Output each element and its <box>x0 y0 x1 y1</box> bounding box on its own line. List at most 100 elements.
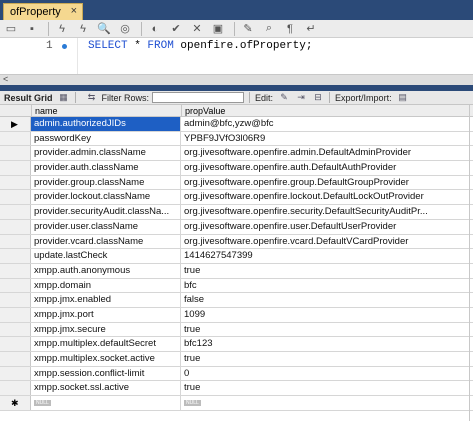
table-row[interactable]: provider.vcard.className org.jivesoftware… <box>0 234 473 250</box>
rollback-icon[interactable]: ✕ <box>188 21 206 37</box>
table-row[interactable]: xmpp.jmx.secure true <box>0 322 473 338</box>
find-icon[interactable]: ⌕ <box>260 21 278 37</box>
row-indicator[interactable] <box>0 234 31 249</box>
cell-propvalue[interactable]: org.jivesoftware.openfire.user.DefaultUs… <box>181 220 473 234</box>
cell-name[interactable]: provider.auth.className <box>31 161 181 175</box>
row-indicator[interactable] <box>0 161 31 175</box>
table-row[interactable]: provider.auth.className org.jivesoftware.… <box>0 161 473 176</box>
close-icon[interactable]: × <box>71 5 77 17</box>
cell-name[interactable]: xmpp.domain <box>31 278 181 293</box>
result-grid-label[interactable]: Result Grid <box>0 93 53 103</box>
cell-propvalue[interactable]: true <box>181 352 473 366</box>
cell-name[interactable]: xmpp.multiplex.defaultSecret <box>31 337 181 351</box>
column-header-name[interactable]: name <box>31 105 181 117</box>
cell-propvalue[interactable]: org.jivesoftware.openfire.lockout.Defaul… <box>181 190 473 204</box>
cell-name[interactable]: xmpp.auth.anonymous <box>31 263 181 278</box>
editor-horizontal-scrollbar[interactable]: < <box>0 74 473 85</box>
table-row[interactable]: xmpp.socket.ssl.active true <box>0 381 473 397</box>
row-indicator[interactable] <box>0 381 31 396</box>
cell-propvalue[interactable]: YPBF9JVfO3l06R9 <box>181 132 473 146</box>
commit-icon[interactable]: ✔ <box>167 21 185 37</box>
export-icon[interactable]: ▤ <box>397 92 409 103</box>
table-row[interactable]: xmpp.multiplex.defaultSecret bfc123 <box>0 337 473 352</box>
cell-name[interactable]: admin.authorizedJIDs <box>31 117 181 131</box>
cell-name[interactable]: passwordKey <box>31 131 181 146</box>
cell-propvalue[interactable]: true <box>181 264 473 278</box>
cell-name[interactable]: NULL <box>31 396 181 410</box>
row-indicator[interactable] <box>0 366 31 381</box>
invisible-chars-icon[interactable]: ¶ <box>281 21 299 37</box>
cell-name[interactable]: provider.user.className <box>31 219 181 234</box>
stop-icon[interactable]: ◎ <box>116 21 134 37</box>
row-indicator[interactable] <box>0 249 31 263</box>
table-row[interactable]: provider.securityAudit.classNa... org.jiv… <box>0 205 473 220</box>
cell-propvalue[interactable]: admin@bfc,yzw@bfc <box>181 117 473 131</box>
delete-row-icon[interactable]: ⊟ <box>312 92 324 103</box>
row-indicator[interactable] <box>0 219 31 234</box>
autocommit-icon[interactable]: ▣ <box>209 21 227 37</box>
table-row[interactable]: passwordKey YPBF9JVfO3l06R9 <box>0 131 473 147</box>
cell-name[interactable]: update.lastCheck <box>31 249 181 263</box>
cell-name[interactable]: xmpp.jmx.enabled <box>31 293 181 307</box>
wrap-icon[interactable]: ↵ <box>302 21 320 37</box>
row-indicator[interactable] <box>0 337 31 351</box>
row-indicator[interactable] <box>0 205 31 219</box>
cell-propvalue[interactable]: org.jivesoftware.openfire.auth.DefaultAu… <box>181 161 473 175</box>
cell-name[interactable]: xmpp.jmx.secure <box>31 322 181 337</box>
table-row[interactable]: ▶ admin.authorizedJIDs admin@bfc,yzw@bfc <box>0 117 473 132</box>
cell-name[interactable]: xmpp.jmx.port <box>31 307 181 322</box>
sql-editor[interactable]: 1 SELECT * FROM openfire.ofProperty; <box>0 38 473 74</box>
table-row[interactable]: update.lastCheck 1414627547399 <box>0 249 473 264</box>
table-row[interactable]: xmpp.jmx.port 1099 <box>0 307 473 323</box>
cell-propvalue[interactable]: org.jivesoftware.openfire.vcard.DefaultV… <box>181 235 473 249</box>
table-row[interactable]: provider.admin.className org.jivesoftware… <box>0 146 473 162</box>
row-indicator[interactable] <box>0 263 31 278</box>
table-row[interactable]: xmpp.jmx.enabled false <box>0 293 473 308</box>
table-row[interactable]: xmpp.domain bfc <box>0 278 473 294</box>
cell-propvalue[interactable]: org.jivesoftware.openfire.admin.DefaultA… <box>181 146 473 160</box>
insert-row-icon[interactable]: ⇥ <box>295 92 307 103</box>
cell-propvalue[interactable]: 0 <box>181 367 473 381</box>
scroll-left-icon[interactable]: < <box>3 74 8 84</box>
row-indicator[interactable]: ▶ <box>0 117 31 131</box>
grid-view-icon[interactable]: ▦ <box>58 92 70 103</box>
row-indicator[interactable] <box>0 352 31 366</box>
cell-propvalue[interactable]: 1099 <box>181 308 473 322</box>
table-row[interactable]: xmpp.auth.anonymous true <box>0 263 473 279</box>
row-indicator[interactable]: ✱ <box>0 396 31 410</box>
row-indicator[interactable] <box>0 190 31 205</box>
cell-propvalue[interactable]: true <box>181 323 473 337</box>
cell-propvalue[interactable]: false <box>181 293 473 307</box>
edit-row-icon[interactable]: ✎ <box>278 92 290 103</box>
cell-name[interactable]: provider.vcard.className <box>31 234 181 249</box>
new-row[interactable]: ✱ NULL NULL <box>0 396 473 411</box>
table-row[interactable]: xmpp.multiplex.socket.active true <box>0 352 473 367</box>
cell-name[interactable]: xmpp.socket.ssl.active <box>31 381 181 396</box>
cell-propvalue[interactable]: 1414627547399 <box>181 249 473 263</box>
row-indicator[interactable] <box>0 146 31 161</box>
row-indicator[interactable] <box>0 131 31 146</box>
cell-propvalue[interactable]: org.jivesoftware.openfire.group.DefaultG… <box>181 176 473 190</box>
cell-name[interactable]: provider.securityAudit.classNa... <box>31 205 181 219</box>
execute-current-icon[interactable]: ϟ <box>74 21 92 37</box>
save-icon[interactable]: ▪ <box>23 21 41 37</box>
cell-name[interactable]: xmpp.multiplex.socket.active <box>31 352 181 366</box>
cell-propvalue[interactable]: bfc123 <box>181 337 473 351</box>
toggle-continue-icon[interactable]: ◐ <box>146 21 164 37</box>
beautify-icon[interactable]: ✎ <box>239 21 257 37</box>
explain-icon[interactable]: 🔍 <box>95 21 113 37</box>
table-row[interactable]: xmpp.session.conflict-limit 0 <box>0 366 473 382</box>
cell-name[interactable]: provider.lockout.className <box>31 190 181 205</box>
sql-statement[interactable]: SELECT * FROM openfire.ofProperty; <box>88 40 312 52</box>
table-row[interactable]: provider.group.className org.jivesoftware… <box>0 175 473 191</box>
table-row[interactable]: provider.lockout.className org.jivesoftwa… <box>0 190 473 206</box>
column-header-propvalue[interactable]: propValue <box>181 105 473 117</box>
cell-propvalue[interactable]: org.jivesoftware.openfire.security.Defau… <box>181 205 473 219</box>
cell-name[interactable]: provider.group.className <box>31 175 181 190</box>
cell-propvalue[interactable]: bfc <box>181 279 473 293</box>
row-indicator[interactable] <box>0 175 31 190</box>
tab-ofproperty[interactable]: ofProperty × <box>3 3 83 20</box>
cell-name[interactable]: provider.admin.className <box>31 146 181 161</box>
row-indicator[interactable] <box>0 278 31 293</box>
filter-rows-input[interactable] <box>152 92 245 103</box>
